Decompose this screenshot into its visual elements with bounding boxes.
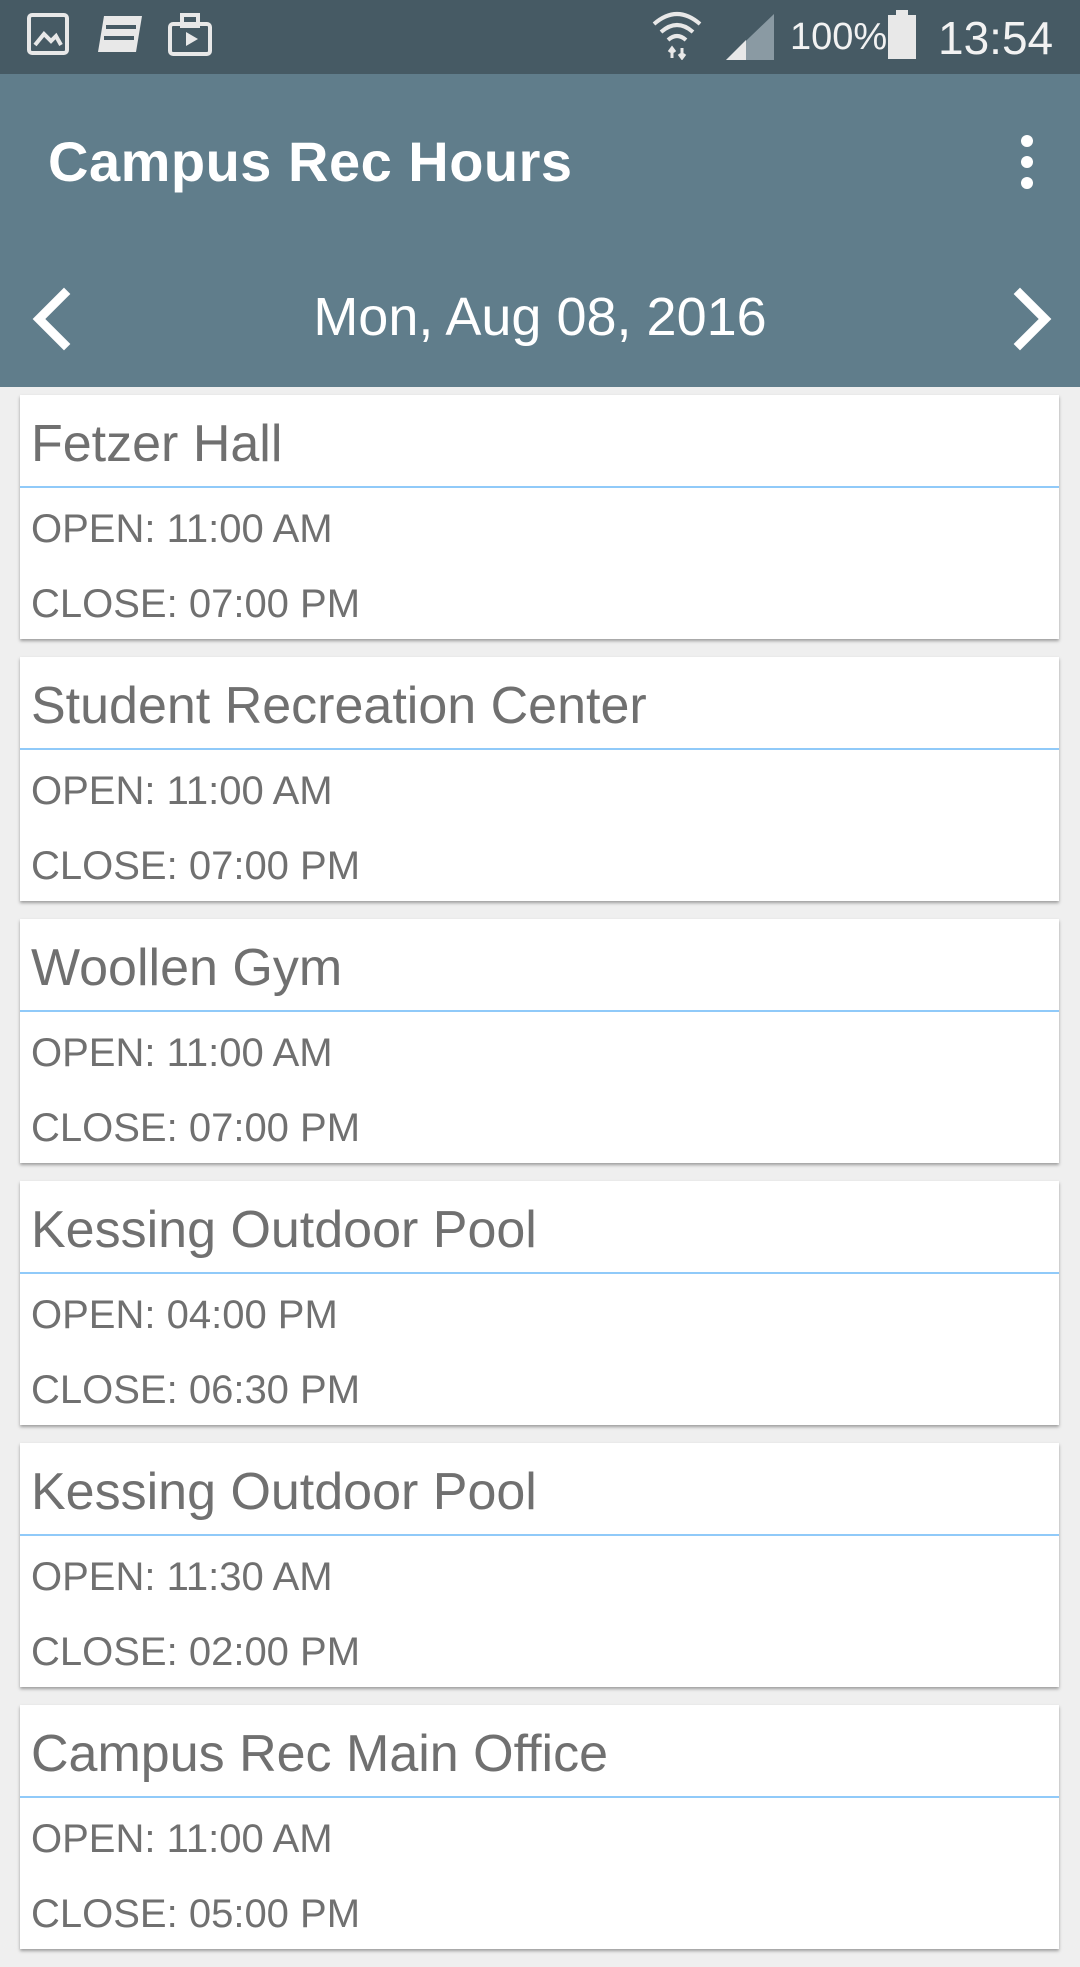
- gallery-icon: [27, 13, 69, 55]
- facility-card[interactable]: Woollen Gym OPEN: 11:00 AM CLOSE: 07:00 …: [20, 919, 1059, 1163]
- card-divider: [20, 486, 1059, 488]
- open-time: OPEN: 11:00 AM: [31, 769, 333, 813]
- facility-card[interactable]: Student Recreation Center OPEN: 11:00 AM…: [20, 657, 1059, 901]
- app-bar: Campus Rec Hours Mon, Aug 08, 2016: [0, 74, 1080, 387]
- card-divider: [20, 1272, 1059, 1274]
- facility-name: Fetzer Hall: [31, 415, 283, 473]
- open-time: OPEN: 11:00 AM: [31, 1817, 333, 1861]
- open-time: OPEN: 11:30 AM: [31, 1555, 333, 1599]
- facility-card[interactable]: Kessing Outdoor Pool OPEN: 11:30 AM CLOS…: [20, 1443, 1059, 1687]
- signal-icon: [726, 14, 774, 60]
- close-time: CLOSE: 07:00 PM: [31, 582, 361, 626]
- close-time: CLOSE: 02:00 PM: [31, 1630, 361, 1674]
- briefcase-icon: [168, 13, 212, 56]
- facility-card[interactable]: Fetzer Hall OPEN: 11:00 AM CLOSE: 07:00 …: [20, 395, 1059, 639]
- card-divider: [20, 1534, 1059, 1536]
- status-bar: 100% 13:54: [0, 0, 1080, 74]
- app-title: Campus Rec Hours: [48, 130, 573, 193]
- card-divider: [20, 1010, 1059, 1012]
- card-divider: [20, 748, 1059, 750]
- overflow-menu-icon[interactable]: [1012, 132, 1042, 192]
- card-divider: [20, 1796, 1059, 1798]
- battery-icon: [888, 10, 916, 59]
- clock: 13:54: [938, 12, 1054, 64]
- date-label: Mon, Aug 08, 2016: [313, 287, 767, 347]
- news-icon: [98, 16, 142, 52]
- close-time: CLOSE: 07:00 PM: [31, 1106, 361, 1150]
- facility-name: Woollen Gym: [31, 939, 343, 997]
- open-time: OPEN: 11:00 AM: [31, 1031, 333, 1075]
- close-time: CLOSE: 05:00 PM: [31, 1892, 361, 1936]
- facility-name: Kessing Outdoor Pool: [31, 1463, 537, 1521]
- wifi-icon: [652, 12, 702, 60]
- facility-name: Campus Rec Main Office: [31, 1725, 609, 1783]
- close-time: CLOSE: 07:00 PM: [31, 844, 361, 888]
- facility-name: Student Recreation Center: [31, 677, 647, 735]
- open-time: OPEN: 04:00 PM: [31, 1293, 338, 1337]
- close-time: CLOSE: 06:30 PM: [31, 1368, 361, 1412]
- facility-list: Fetzer Hall OPEN: 11:00 AM CLOSE: 07:00 …: [0, 395, 1080, 1967]
- chevron-right-icon[interactable]: [1000, 284, 1060, 354]
- facility-name: Kessing Outdoor Pool: [31, 1201, 537, 1259]
- facility-card[interactable]: Kessing Outdoor Pool OPEN: 04:00 PM CLOS…: [20, 1181, 1059, 1425]
- open-time: OPEN: 11:00 AM: [31, 507, 333, 551]
- battery-percent: 100%: [790, 16, 888, 58]
- facility-card[interactable]: Campus Rec Main Office OPEN: 11:00 AM CL…: [20, 1705, 1059, 1949]
